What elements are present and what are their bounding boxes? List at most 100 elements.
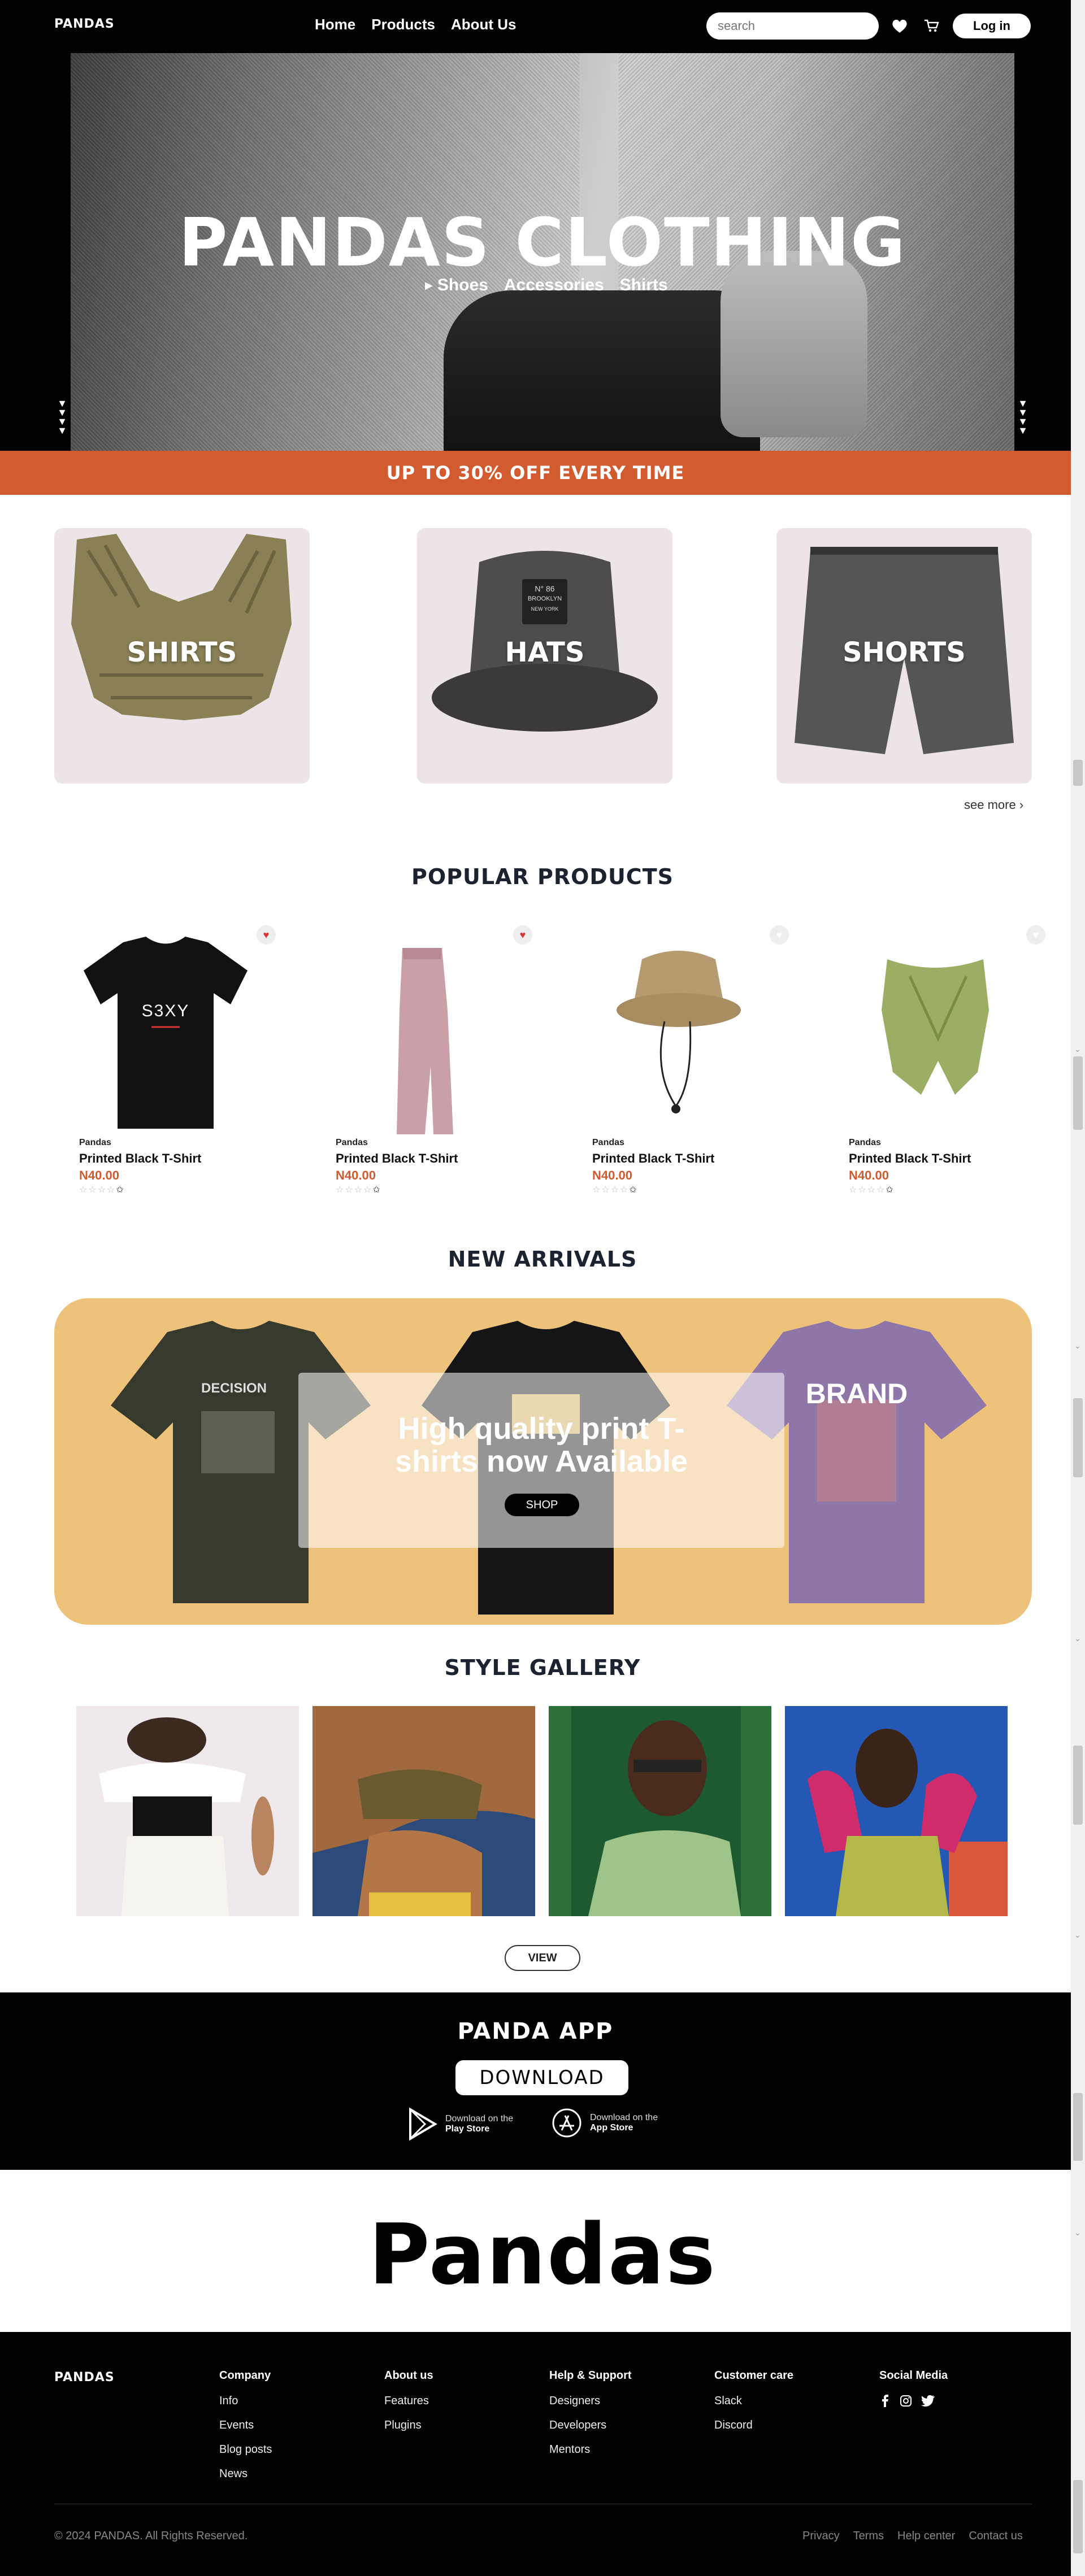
shop-button[interactable]: SHOP bbox=[505, 1494, 579, 1516]
cart-icon[interactable] bbox=[920, 15, 943, 37]
scroll-down-icon[interactable]: ⌄ bbox=[1074, 1634, 1081, 1642]
product-name[interactable]: Printed Black T-Shirt bbox=[79, 1151, 201, 1166]
nav-products[interactable]: Products bbox=[371, 16, 435, 33]
rating-stars: ☆☆☆☆✩ bbox=[336, 1185, 381, 1195]
scroll-thumb[interactable] bbox=[1073, 760, 1083, 786]
scroll-thumb[interactable] bbox=[1073, 1398, 1083, 1477]
brand-wordmark: Pandas bbox=[368, 2206, 717, 2303]
instagram-icon[interactable] bbox=[900, 2395, 912, 2407]
scroll-down-icon[interactable]: ⌄ bbox=[1074, 1342, 1081, 1350]
brand-logo[interactable]: PANDAS bbox=[54, 17, 115, 31]
rating-stars: ☆☆☆☆✩ bbox=[849, 1185, 895, 1195]
favorite-button[interactable]: ♥ bbox=[1026, 925, 1045, 945]
footer-link[interactable]: News bbox=[219, 2468, 272, 2481]
rating-stars: ☆☆☆☆✩ bbox=[592, 1185, 638, 1195]
arrivals-headline: High quality print T-shirts now Availabl… bbox=[394, 1412, 688, 1478]
product-name[interactable]: Printed Black T-Shirt bbox=[849, 1151, 971, 1166]
product-brand: Pandas bbox=[849, 1138, 881, 1147]
footer-link-privacy[interactable]: Privacy bbox=[802, 2530, 840, 2543]
product-brand: Pandas bbox=[79, 1138, 111, 1147]
product-card[interactable]: ♥ Pandas Printed Black T-Shirt N40.00 ☆☆… bbox=[312, 925, 532, 1202]
footer-link[interactable]: Discord bbox=[714, 2419, 793, 2432]
product-card[interactable]: S3XY ♥ Pandas Printed Black T-Shirt N40.… bbox=[55, 925, 276, 1202]
product-price: N40.00 bbox=[79, 1168, 119, 1182]
footer-column-social: Social Media bbox=[879, 2369, 948, 2407]
play-triangle-icon: ▶ bbox=[425, 279, 433, 291]
footer-link[interactable]: Plugins bbox=[384, 2419, 433, 2432]
heart-icon: ♥ bbox=[263, 929, 270, 941]
see-more-link[interactable]: see more › bbox=[964, 798, 1023, 812]
category-card-shorts[interactable]: SHORTS bbox=[776, 528, 1032, 784]
page-scroll-rail[interactable]: ⌄ ⌄ ⌄ ⌄ ⌄ bbox=[1071, 0, 1085, 2576]
login-button[interactable]: Log in bbox=[953, 14, 1031, 38]
favorite-button[interactable]: ♥ bbox=[770, 925, 789, 945]
hat-badge: N° 86 BROOKLYN NEW YORK bbox=[527, 584, 562, 612]
main-nav: Home Products About Us bbox=[315, 16, 516, 33]
app-store-button[interactable]: Download on the App Store bbox=[552, 2108, 658, 2138]
heart-icon: ♥ bbox=[1032, 929, 1039, 941]
footer-link-terms[interactable]: Terms bbox=[853, 2530, 884, 2543]
scroll-thumb[interactable] bbox=[1073, 1746, 1083, 1825]
footer-link[interactable]: Mentors bbox=[549, 2443, 632, 2456]
product-card[interactable]: ♥ Pandas Printed Black T-Shirt N40.00 ☆☆… bbox=[568, 925, 789, 1202]
product-name[interactable]: Printed Black T-Shirt bbox=[592, 1151, 714, 1166]
scroll-arrows-icon[interactable]: ▼ ▼ ▼ ▼ bbox=[1017, 398, 1028, 436]
view-gallery-button[interactable]: VIEW bbox=[505, 1945, 580, 1971]
category-card-shirts[interactable]: SHIRTS bbox=[54, 528, 310, 784]
product-image bbox=[617, 951, 741, 1113]
scroll-down-icon[interactable]: ⌄ bbox=[1074, 1931, 1081, 1939]
hero-link-accessories[interactable]: Accessories bbox=[504, 276, 604, 295]
scroll-thumb[interactable] bbox=[1073, 1056, 1083, 1130]
footer-link[interactable]: Events bbox=[219, 2419, 272, 2432]
style-gallery-title: STYLE GALLERY bbox=[444, 1655, 641, 1680]
gallery-image[interactable] bbox=[76, 1706, 299, 1916]
gallery-image[interactable] bbox=[313, 1706, 535, 1916]
footer-link[interactable]: Slack bbox=[714, 2395, 793, 2408]
hero-link-shoes[interactable]: Shoes bbox=[437, 276, 488, 295]
gallery-image[interactable] bbox=[549, 1706, 771, 1916]
gallery-image[interactable] bbox=[785, 1706, 1008, 1916]
scroll-thumb[interactable] bbox=[1073, 2480, 1083, 2553]
hero-title: PANDAS CLOTHING bbox=[179, 203, 906, 281]
product-image bbox=[84, 937, 248, 1129]
promo-banner[interactable]: UP TO 30% OFF EVERY TIME bbox=[0, 451, 1071, 495]
product-name[interactable]: Printed Black T-Shirt bbox=[336, 1151, 458, 1166]
search-input[interactable] bbox=[706, 12, 879, 40]
download-button[interactable]: DOWNLOAD bbox=[455, 2060, 628, 2095]
twitter-icon[interactable] bbox=[921, 2395, 935, 2407]
tshirt-print-label: DECISION bbox=[201, 1381, 267, 1396]
heart-icon[interactable] bbox=[888, 15, 911, 37]
nav-about[interactable]: About Us bbox=[451, 16, 517, 33]
chevron-right-icon: › bbox=[1019, 798, 1024, 812]
hero-category-links: ▶ Shoes Accessories Shirts bbox=[425, 276, 668, 295]
footer-link[interactable]: Features bbox=[384, 2395, 433, 2408]
product-print: S3XY bbox=[141, 1002, 190, 1020]
footer-link[interactable]: Info bbox=[219, 2395, 272, 2408]
product-card[interactable]: ♥ Pandas Printed Black T-Shirt N40.00 ☆☆… bbox=[825, 925, 1045, 1202]
product-image bbox=[397, 948, 453, 1134]
scroll-arrows-icon[interactable]: ▼ ▼ ▼ ▼ bbox=[57, 398, 68, 436]
nav-home[interactable]: Home bbox=[315, 16, 355, 33]
play-store-button[interactable]: Download on the Play Store bbox=[408, 2108, 513, 2140]
favorite-button[interactable]: ♥ bbox=[513, 925, 532, 945]
favorite-button[interactable]: ♥ bbox=[257, 925, 276, 945]
scroll-down-icon[interactable]: ⌄ bbox=[1074, 1045, 1081, 1053]
copyright-text: © 2024 PANDAS. All Rights Reserved. bbox=[54, 2530, 248, 2542]
footer-column-company: Company Info Events Blog posts News bbox=[219, 2369, 272, 2481]
footer-link-contact[interactable]: Contact us bbox=[969, 2530, 1023, 2543]
arrivals-overlay-card: High quality print T-shirts now Availabl… bbox=[298, 1373, 784, 1548]
footer-link[interactable]: Developers bbox=[549, 2419, 632, 2432]
footer-logo[interactable]: PANDAS bbox=[54, 2370, 115, 2384]
facebook-icon[interactable] bbox=[879, 2395, 891, 2407]
scroll-thumb[interactable] bbox=[1073, 2093, 1083, 2161]
footer-link[interactable]: Designers bbox=[549, 2395, 632, 2408]
product-brand: Pandas bbox=[336, 1138, 368, 1147]
footer-link[interactable]: Blog posts bbox=[219, 2443, 272, 2456]
product-image bbox=[882, 959, 989, 1095]
new-arrivals-banner[interactable]: DECISION BRAND High quality print T-shir… bbox=[54, 1298, 1032, 1625]
hero-link-shirts[interactable]: Shirts bbox=[620, 276, 668, 295]
footer-link-help-center[interactable]: Help center bbox=[897, 2530, 955, 2543]
category-card-hats[interactable]: N° 86 BROOKLYN NEW YORK HATS bbox=[417, 528, 672, 784]
footer-column-about: About us Features Plugins bbox=[384, 2369, 433, 2432]
app-title: PANDA APP bbox=[457, 2018, 614, 2044]
